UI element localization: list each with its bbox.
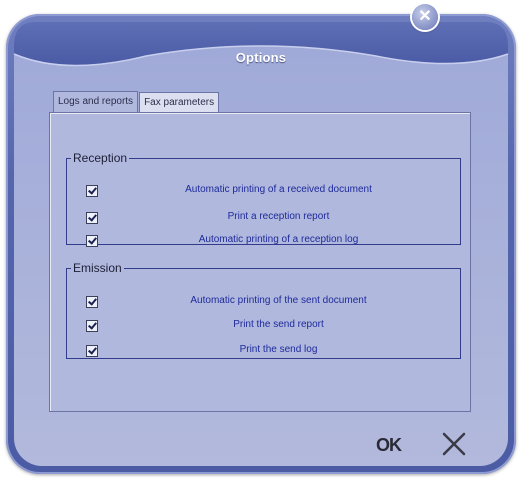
close-button[interactable]: ✕ [412, 4, 438, 30]
label-send-log[interactable]: Print the send log [137, 344, 420, 355]
reception-item-auto-print-received: Automatic printing of a received documen… [67, 182, 460, 200]
close-icon: ✕ [418, 8, 432, 25]
checkbox-reception-report[interactable] [86, 212, 98, 224]
window-title: Options [235, 50, 287, 65]
checkbox-auto-print-sent[interactable] [86, 296, 98, 308]
label-reception-log[interactable]: Automatic printing of a reception log [137, 234, 420, 245]
reception-group: Reception Automatic printing of a receiv… [66, 151, 461, 247]
reception-legend: Reception [73, 151, 128, 165]
checkbox-send-report[interactable] [86, 320, 98, 332]
options-dialog: Options ✕ Logs and reports Fax parameter… [0, 0, 526, 482]
x-icon [442, 432, 466, 456]
label-reception-report[interactable]: Print a reception report [137, 211, 420, 222]
reception-item-reception-log: Automatic printing of a reception log [67, 232, 460, 250]
checkbox-reception-log[interactable] [86, 235, 98, 247]
checkbox-auto-print-received[interactable] [86, 185, 98, 197]
reception-item-reception-report: Print a reception report [67, 209, 460, 227]
tab-fax-parameters[interactable]: Fax parameters [139, 92, 220, 112]
label-send-report[interactable]: Print the send report [137, 319, 420, 330]
ok-button[interactable]: OK [376, 435, 402, 456]
checkbox-send-log[interactable] [86, 345, 98, 357]
tab-bar: Logs and reports Fax parameters [53, 91, 220, 113]
emission-item-send-report: Print the send report [67, 317, 460, 335]
tab-panel-logs-and-reports: Reception Automatic printing of a receiv… [49, 112, 471, 412]
label-auto-print-sent[interactable]: Automatic printing of the sent document [137, 295, 420, 306]
emission-item-auto-print-sent: Automatic printing of the sent document [67, 293, 460, 311]
emission-item-send-log: Print the send log [67, 342, 460, 360]
emission-group: Emission Automatic printing of the sent … [66, 261, 461, 359]
tab-logs-and-reports[interactable]: Logs and reports [53, 91, 139, 113]
cancel-button[interactable] [440, 430, 468, 458]
emission-legend: Emission [73, 261, 122, 275]
label-auto-print-received[interactable]: Automatic printing of a received documen… [137, 184, 420, 195]
